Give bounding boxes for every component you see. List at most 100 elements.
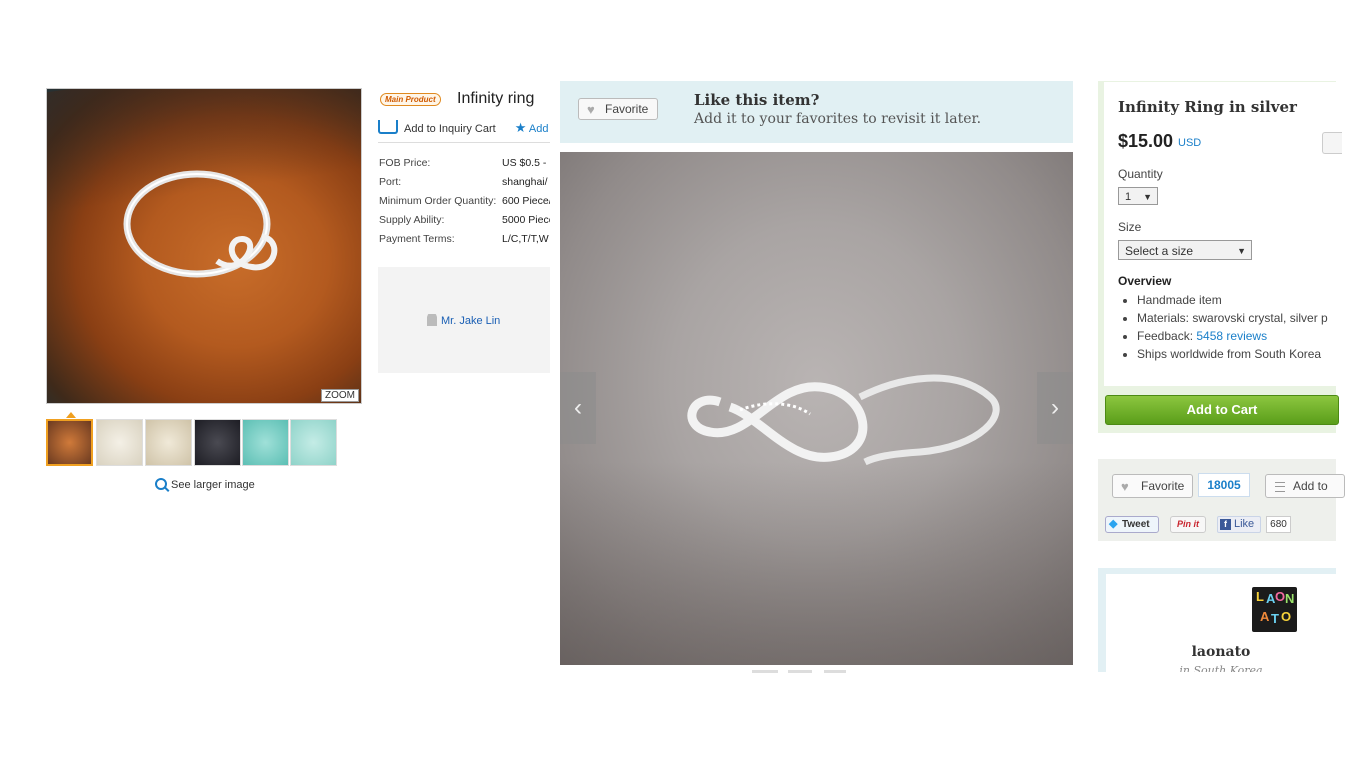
ring-illustration [123,170,278,278]
shop-name[interactable]: laonato [1106,644,1336,660]
add-to-favorites-button[interactable]: ★ Add [514,120,549,135]
shop-location: in South Korea [1179,664,1263,672]
listing-title: Infinity Ring in silver [1118,98,1297,116]
add-favorites-label: Add [528,123,549,135]
thumbnail-5[interactable] [242,419,289,466]
add-to-inquiry-cart-label: Add to Inquiry Cart [404,123,496,135]
feedback-reviews-link[interactable]: 5458 reviews [1196,329,1267,343]
favorite-item-button[interactable]: ♥ Favorite [1112,474,1193,498]
like-label: Like [1234,518,1255,530]
star-icon: ★ [514,120,527,135]
add-to-inquiry-cart-button[interactable]: Add to Inquiry Cart [378,120,496,135]
banner-title: Like this item? [694,91,820,109]
favorite-button-label: Favorite [605,102,649,116]
pinit-button[interactable]: Pin it [1170,516,1206,533]
favorite-count[interactable]: 18005 [1198,473,1250,497]
thumbnail-4[interactable] [194,419,241,466]
size-select[interactable]: Select a size ▼ [1118,240,1252,260]
overview-item: Feedback: 5458 reviews [1137,327,1366,345]
next-image-arrow[interactable]: › [1037,372,1073,444]
gallery-indicator[interactable] [752,670,778,673]
chevron-right-icon: › [1051,394,1059,421]
spec-label: Minimum Order Quantity: [379,195,497,207]
quantity-select[interactable]: 1 ▼ [1118,187,1158,205]
shop-logo[interactable]: L A O N A T O [1252,587,1297,632]
overview-item: Materials: swarovski crystal, silver p [1137,309,1366,327]
heart-icon: ♥ [1121,479,1129,494]
spec-label: Supply Ability: [379,214,445,226]
see-larger-image-link[interactable]: See larger image [155,478,255,491]
spec-value: US $0.5 - [502,157,547,169]
add-to-label: Add to [1293,479,1328,493]
chevron-left-icon: ‹ [574,394,582,421]
tweet-button[interactable]: ◆ Tweet [1105,516,1159,533]
main-product-photo[interactable]: ZOOM [46,88,362,404]
buy-box-inner: Infinity Ring in silver $15.00 USD Quant… [1104,82,1342,386]
infinity-ring-illustration [687,374,1000,466]
tweet-label: Tweet [1122,519,1150,530]
see-larger-label: See larger image [171,479,255,491]
thumbnail-2[interactable] [96,419,143,466]
price-side-button[interactable] [1322,132,1342,154]
heart-icon: ♥ [587,102,595,117]
spec-value: L/C,T/T,W [502,233,549,245]
logo-letter: O [1275,589,1286,604]
contact-card: Mr. Jake Lin [378,267,550,373]
contact-person-link[interactable]: Mr. Jake Lin [427,314,500,327]
price: $15.00 [1118,131,1174,151]
gallery-indicator[interactable] [824,670,846,673]
zoom-label[interactable]: ZOOM [321,389,359,402]
inquiry-actions: Add to Inquiry Cart ★ Add [378,120,548,136]
add-to-cart-button[interactable]: Add to Cart [1105,395,1339,425]
currency-label[interactable]: USD [1178,137,1201,149]
previous-image-arrow[interactable]: ‹ [560,372,596,444]
spec-value: 5000 Piece [502,214,550,226]
like-count: 680 [1266,516,1291,533]
overview-item: Handmade item [1137,291,1366,309]
favorite-item-label: Favorite [1141,479,1185,493]
quantity-value: 1 [1125,191,1132,203]
facebook-icon: f [1220,519,1231,530]
info-divider [378,142,550,143]
social-actions: ♥ Favorite 18005 Add to ◆ Tweet Pin it f Li… [1098,459,1345,541]
overview-title: Overview [1118,274,1172,288]
product-title: Infinity ring [457,90,535,107]
spec-value: shanghai/ [502,176,548,188]
size-placeholder: Select a size [1125,244,1194,258]
logo-letter: A [1260,609,1270,624]
contact-name-label: Mr. Jake Lin [441,315,501,327]
logo-letter: L [1256,589,1264,604]
magnifier-icon [155,478,167,490]
quantity-label: Quantity [1118,167,1163,181]
logo-letter: O [1281,609,1292,624]
cart-icon [378,120,398,134]
dropdown-arrow-icon: ▼ [1237,246,1246,256]
logo-letter: T [1271,611,1279,626]
logo-letter: A [1266,591,1276,606]
spec-label: Payment Terms: [379,233,455,245]
feedback-prefix: Feedback: [1137,329,1197,343]
thumbnail-pointer [66,412,76,418]
size-label: Size [1118,220,1142,234]
facebook-like-button[interactable]: f Like [1217,516,1261,533]
overview-item: Ships worldwide from South Korea [1137,345,1366,363]
list-icon [1275,482,1285,492]
thumbnail-3[interactable] [145,419,192,466]
overview-list: Handmade item Materials: swarovski cryst… [1118,291,1366,363]
spec-label: FOB Price: [379,157,431,169]
favorite-button[interactable]: ♥ Favorite [578,98,658,120]
thumbnail-6[interactable] [290,419,337,466]
gallery-indicator[interactable] [788,670,812,673]
main-product-badge: Main Product [380,93,441,106]
shop-card-inner: L A O N A T O laonato in South Korea [1106,574,1336,672]
spec-label: Port: [379,176,402,188]
logo-letter: N [1285,591,1295,606]
person-icon [427,314,437,326]
spec-value: 600 Piece/ [502,195,550,207]
add-to-list-button[interactable]: Add to [1265,474,1345,498]
thumbnail-1[interactable] [46,419,93,466]
dropdown-arrow-icon: ▼ [1143,192,1152,202]
shop-card: L A O N A T O laonato in South Korea [1098,568,1336,672]
banner-subtitle: Add it to your favorites to revisit it l… [694,111,982,127]
listing-main-image[interactable]: ‹ › [560,152,1073,665]
